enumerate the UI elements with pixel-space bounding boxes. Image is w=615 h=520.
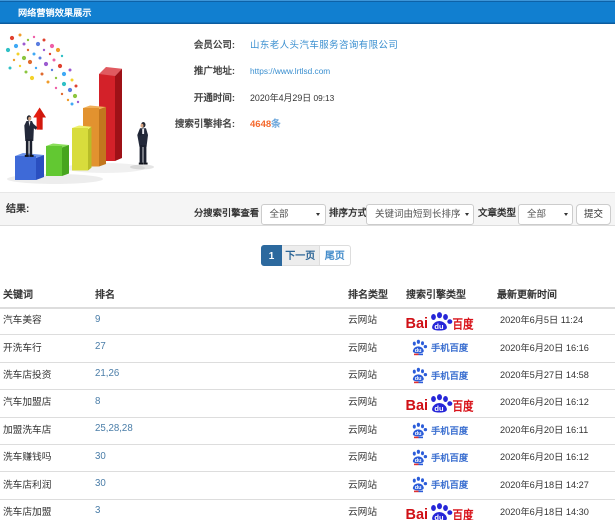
svg-text:百度: 百度 — [453, 398, 474, 413]
svg-text:du: du — [415, 458, 422, 464]
svg-text:du: du — [415, 485, 422, 491]
svg-text:手机百度: 手机百度 — [431, 452, 469, 463]
svg-text:手机百度: 手机百度 — [431, 370, 469, 381]
svg-text:百度: 百度 — [453, 316, 474, 331]
svg-text:du: du — [434, 404, 444, 413]
svg-text:du: du — [415, 431, 422, 437]
svg-text:百度: 百度 — [453, 508, 474, 520]
svg-text:du: du — [415, 349, 422, 355]
svg-text:手机百度: 手机百度 — [431, 479, 469, 490]
svg-text:手机百度: 手机百度 — [431, 342, 469, 353]
svg-text:du: du — [434, 322, 444, 331]
svg-text:du: du — [415, 376, 422, 382]
svg-text:Bai: Bai — [406, 316, 428, 332]
svg-text:Bai: Bai — [406, 398, 428, 414]
svg-text:手机百度: 手机百度 — [431, 424, 469, 435]
svg-text:Bai: Bai — [406, 507, 428, 520]
svg-text:du: du — [434, 514, 444, 520]
